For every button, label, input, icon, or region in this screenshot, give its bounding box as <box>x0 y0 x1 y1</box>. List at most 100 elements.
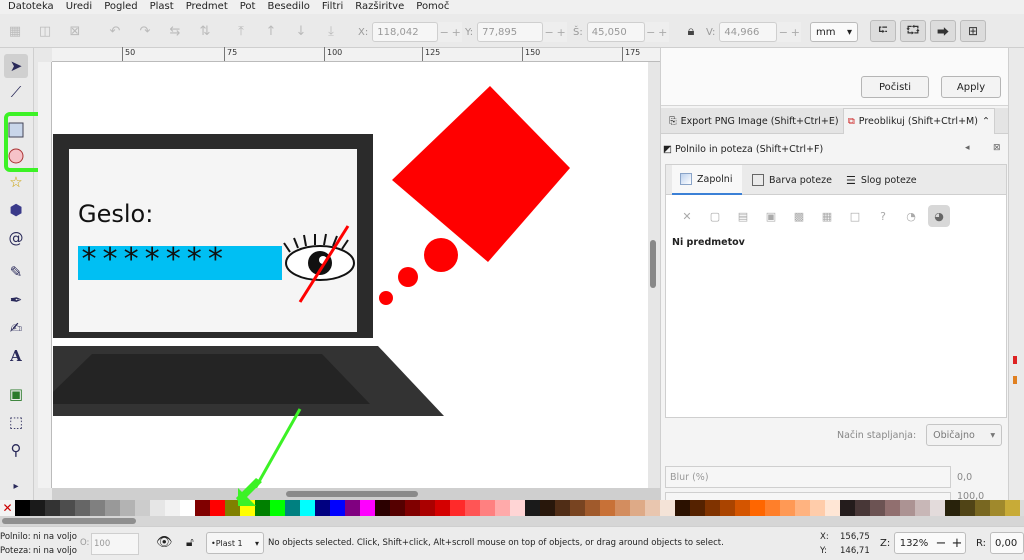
color-swatch[interactable] <box>705 500 720 516</box>
panel-close-icon[interactable]: ⊠ <box>993 143 1001 153</box>
color-swatch[interactable] <box>30 500 45 516</box>
menu-layer[interactable]: Plast <box>144 0 180 14</box>
spiral-tool-icon[interactable]: @ <box>4 226 28 250</box>
palette-scrollbar[interactable] <box>0 516 1024 526</box>
zoom-out-button[interactable]: − <box>933 536 949 551</box>
color-swatch[interactable] <box>690 500 705 516</box>
raise-icon[interactable]: ↑ <box>260 21 282 41</box>
color-swatch[interactable] <box>930 500 945 516</box>
opacity-panel-value[interactable]: 100,0 <box>957 492 984 501</box>
color-swatch[interactable] <box>210 500 225 516</box>
blur-slider[interactable]: Blur (%) <box>665 466 951 488</box>
color-swatch[interactable] <box>975 500 990 516</box>
drawing-canvas[interactable]: Geslo: ******* <box>52 62 648 488</box>
thought-bubble-large[interactable] <box>424 238 458 272</box>
scale-stroke-icon[interactable]: ⮓ <box>870 20 896 42</box>
swatch-icon[interactable]: □ <box>844 205 866 227</box>
color-swatch[interactable] <box>195 500 210 516</box>
tab-stroke-paint[interactable]: Barva poteze <box>752 165 838 195</box>
apply-button[interactable]: Apply <box>941 76 1001 98</box>
color-swatch[interactable] <box>990 500 1005 516</box>
mesh-gradient-icon[interactable]: ▩ <box>788 205 810 227</box>
lock-layer-icon[interactable]: 🔓︎ <box>186 535 194 550</box>
color-swatch[interactable] <box>840 500 855 516</box>
color-swatch[interactable] <box>510 500 525 516</box>
height-increment[interactable]: + <box>789 22 802 42</box>
flip-horizontal-icon[interactable]: ⇆ <box>164 21 186 41</box>
color-swatch[interactable] <box>435 500 450 516</box>
menu-text[interactable]: Besedilo <box>261 0 315 14</box>
menu-extensions[interactable]: Razširitve <box>349 0 410 14</box>
color-swatch[interactable] <box>885 500 900 516</box>
color-swatch[interactable] <box>675 500 690 516</box>
color-swatch[interactable] <box>825 500 840 516</box>
color-swatch[interactable] <box>45 500 60 516</box>
menu-filters[interactable]: Filtri <box>316 0 349 14</box>
lock-ratio-icon[interactable]: 🔒︎ <box>680 21 702 41</box>
color-swatch[interactable] <box>480 500 495 516</box>
select-all-icon[interactable]: ▦ <box>4 21 26 41</box>
canvas-vertical-scrollbar[interactable] <box>648 62 660 488</box>
measure-tool-icon[interactable]: ⬚ <box>4 410 28 434</box>
calligraphy-tool-icon[interactable]: ✍ <box>4 316 28 340</box>
flat-color-icon[interactable]: ▢ <box>704 205 726 227</box>
no-paint-icon[interactable]: ✕ <box>676 205 698 227</box>
thought-bubble-medium[interactable] <box>398 267 418 287</box>
color-swatch[interactable] <box>855 500 870 516</box>
color-swatch[interactable] <box>15 500 30 516</box>
x-input[interactable]: 118,042 <box>372 22 439 42</box>
vscroll-thumb[interactable] <box>650 240 656 288</box>
color-swatch[interactable] <box>870 500 885 516</box>
transform-gradients-icon[interactable]: ⮕ <box>930 20 956 42</box>
color-swatch[interactable] <box>180 500 195 516</box>
no-color-swatch-icon[interactable]: ✕ <box>0 500 15 516</box>
rotation-input[interactable]: 0,00 <box>990 532 1024 554</box>
color-swatch[interactable] <box>105 500 120 516</box>
color-swatch[interactable] <box>645 500 660 516</box>
palette-scroll-thumb[interactable] <box>2 518 136 524</box>
blend-mode-select[interactable]: Običajno ▾ <box>926 424 1003 446</box>
raise-to-top-icon[interactable]: ⤒ <box>230 21 252 41</box>
color-swatch[interactable] <box>300 500 315 516</box>
color-swatch[interactable] <box>570 500 585 516</box>
transform-patterns-icon[interactable]: ⊞ <box>960 20 986 42</box>
color-swatch[interactable] <box>60 500 75 516</box>
strip-marker-icon[interactable] <box>1013 376 1017 384</box>
unit-select[interactable]: mm ▾ <box>810 22 858 42</box>
color-swatch[interactable] <box>150 500 165 516</box>
red-diamond[interactable] <box>392 86 570 262</box>
color-swatch[interactable] <box>345 500 360 516</box>
color-swatch[interactable] <box>810 500 825 516</box>
tab-fill[interactable]: Zapolni <box>672 165 742 195</box>
more-tools-icon[interactable]: ▸ <box>4 474 28 498</box>
color-swatch[interactable] <box>540 500 555 516</box>
panel-float-icon[interactable]: ◂ <box>965 143 970 153</box>
color-swatch[interactable] <box>420 500 435 516</box>
scale-corners-icon[interactable]: ⮔ <box>900 20 926 42</box>
pen-tool-icon[interactable]: ✒ <box>4 288 28 312</box>
color-swatch[interactable] <box>900 500 915 516</box>
opacity-input[interactable]: 100 <box>91 533 139 555</box>
unset-paint-icon[interactable]: ? <box>872 205 894 227</box>
color-swatch[interactable] <box>1005 500 1020 516</box>
menu-object[interactable]: Predmet <box>180 0 234 14</box>
color-swatch[interactable] <box>765 500 780 516</box>
stroke-status-value[interactable]: ni na voljo <box>33 546 77 556</box>
lower-to-bottom-icon[interactable]: ⤓ <box>320 21 342 41</box>
color-swatch[interactable] <box>555 500 570 516</box>
y-increment[interactable]: + <box>555 22 568 42</box>
color-swatch[interactable] <box>660 500 675 516</box>
color-swatch[interactable] <box>285 500 300 516</box>
color-swatch[interactable] <box>735 500 750 516</box>
menu-edit[interactable]: Uredi <box>60 0 99 14</box>
color-swatch[interactable] <box>360 500 375 516</box>
flip-vertical-icon[interactable]: ⇅ <box>194 21 216 41</box>
fill-status-value[interactable]: ni na voljo <box>33 532 77 542</box>
color-swatch[interactable] <box>915 500 930 516</box>
hscroll-thumb[interactable] <box>286 491 418 497</box>
color-swatch[interactable] <box>120 500 135 516</box>
color-swatch[interactable] <box>90 500 105 516</box>
height-input[interactable]: 44,966 <box>719 22 778 42</box>
width-input[interactable]: 45,050 <box>586 22 645 42</box>
height-decrement[interactable]: − <box>777 22 790 42</box>
